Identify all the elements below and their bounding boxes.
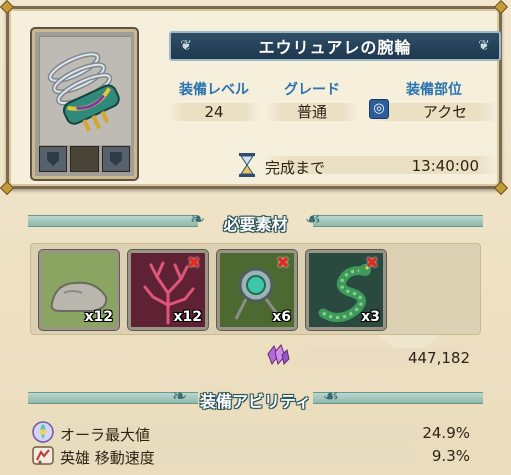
rune-slot-row bbox=[39, 146, 130, 172]
bracelet-icon bbox=[39, 36, 131, 145]
materials-panel: x12 ✖ x12 ✖ x6 ✖ x3 bbox=[30, 243, 481, 335]
material-qty: x3 bbox=[361, 309, 380, 325]
rune-slot[interactable] bbox=[39, 146, 68, 172]
stat-level-value: 24 bbox=[169, 103, 259, 121]
stat-level-label: 装備レベル bbox=[179, 82, 249, 98]
stat-grade-label: グレード bbox=[284, 82, 340, 98]
move-speed-icon bbox=[32, 446, 54, 465]
flourish-icon: ❦ bbox=[478, 38, 490, 54]
abilities-header-label: 装備アビリティ bbox=[199, 392, 312, 411]
material-slot-coral[interactable]: ✖ x12 bbox=[128, 250, 208, 330]
crystal-icon bbox=[267, 344, 290, 366]
rune-slot[interactable] bbox=[70, 146, 99, 172]
accessory-icon: ◎ bbox=[369, 99, 389, 119]
ability-row: オーラ最大値 24.9% bbox=[32, 421, 482, 444]
ability-name: 英雄 移動速度 bbox=[60, 449, 155, 467]
stat-grade: グレード 普通 bbox=[267, 79, 357, 121]
flourish-icon: ❦ bbox=[180, 38, 192, 54]
shield-icon bbox=[109, 152, 122, 166]
material-qty: x6 bbox=[272, 309, 291, 325]
rune-slot[interactable] bbox=[101, 146, 130, 172]
missing-mark-icon: ✖ bbox=[365, 253, 379, 272]
timer-label: 完成まで bbox=[265, 159, 326, 177]
item-name-banner: ❦ エウリュアレの腕輪 ❦ bbox=[169, 31, 501, 61]
stat-grade-value: 普通 bbox=[267, 103, 357, 121]
abilities-header: ❧ ☙ 装備アビリティ bbox=[0, 384, 511, 412]
material-slot-stone[interactable]: x12 bbox=[39, 250, 119, 330]
ability-value: 24.9% bbox=[422, 424, 470, 442]
materials-header-label: 必要素材 bbox=[223, 215, 288, 234]
craft-timer: 完成まで 13:40:00 bbox=[237, 152, 499, 178]
cost-value: 447,182 bbox=[407, 349, 470, 367]
material-qty: x12 bbox=[173, 309, 202, 325]
material-slot-gem-pendant[interactable]: ✖ x6 bbox=[217, 250, 297, 330]
timer-value: 13:40:00 bbox=[411, 157, 479, 175]
item-name: エウリュアレの腕輪 bbox=[258, 38, 412, 57]
aura-icon bbox=[32, 421, 54, 443]
hourglass-icon bbox=[239, 153, 255, 177]
material-slot-serpent[interactable]: ✖ x3 bbox=[306, 250, 386, 330]
missing-mark-icon: ✖ bbox=[276, 253, 290, 272]
material-qty: x12 bbox=[84, 309, 113, 325]
ability-row: 英雄 移動速度 9.3% bbox=[32, 444, 482, 467]
stat-part-label: 装備部位 bbox=[406, 82, 462, 98]
ability-name: オーラ最大値 bbox=[60, 426, 151, 444]
item-portrait[interactable] bbox=[32, 29, 137, 179]
missing-mark-icon: ✖ bbox=[187, 253, 201, 272]
stat-level: 装備レベル 24 bbox=[169, 79, 259, 121]
shield-icon bbox=[47, 152, 60, 166]
item-info-panel: ❦ エウリュアレの腕輪 ❦ 装備レベル 24 グレード 普通 装備部位 アクセ … bbox=[0, 0, 509, 196]
craft-cost: 447,182 bbox=[266, 344, 478, 368]
stat-part: 装備部位 アクセ ◎ bbox=[369, 79, 499, 121]
materials-header: ❧ ☙ 必要素材 bbox=[0, 207, 511, 235]
ability-value: 9.3% bbox=[431, 447, 470, 465]
